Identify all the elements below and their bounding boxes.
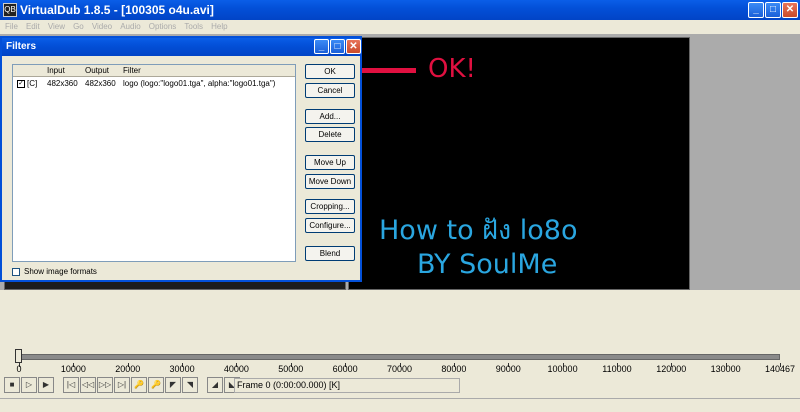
timeline-tick-label: 60000	[332, 364, 358, 374]
overlay-text-line2: BY SoulMe	[417, 249, 558, 280]
output-video-pane: How to ฝัง lo8o BY SoulMe	[348, 37, 690, 290]
timeline-tick-label: 120000	[656, 364, 687, 374]
column-output[interactable]: Output	[85, 66, 109, 75]
filter-flag: [C]	[27, 79, 38, 88]
play-output-button[interactable]: ▶	[38, 377, 54, 393]
close-button[interactable]: ✕	[782, 2, 798, 18]
filters-dialog: Filters _ □ ✕ Input Output Filter ✓ [C] …	[0, 36, 362, 282]
move-down-button[interactable]: Move Down	[305, 174, 355, 189]
menu-view[interactable]: View	[48, 20, 65, 34]
dialog-minimize-button[interactable]: _	[314, 39, 329, 54]
menu-file[interactable]: File	[5, 20, 18, 34]
maximize-button[interactable]: □	[765, 2, 781, 18]
configure-button[interactable]: Configure...	[305, 218, 355, 233]
dialog-maximize-button[interactable]: □	[330, 39, 345, 54]
cancel-button[interactable]: Cancel	[305, 83, 355, 98]
status-bar	[0, 398, 800, 412]
timeline-tick-label: 90000	[495, 364, 521, 374]
timeline-tick-label: 140467	[764, 364, 796, 374]
stop-button[interactable]: ■	[4, 377, 20, 393]
timeline-tick-label: 100000	[547, 364, 578, 374]
delete-button[interactable]: Delete	[305, 127, 355, 142]
timeline-tick-label: 10000	[60, 364, 86, 374]
playback-controls: ■ ▷ ▶ |◁ ◁◁ ▷▷ ▷| 🔑 🔑 ◤ ◥ ◢ ◣	[4, 377, 241, 395]
timeline-tick-label: 30000	[169, 364, 195, 374]
filters-dialog-title-bar: Filters _ □ ✕	[2, 38, 361, 56]
filter-enable-checkbox[interactable]: ✓	[17, 80, 25, 88]
start-button[interactable]: |◁	[63, 377, 79, 393]
show-image-formats-checkbox[interactable]	[12, 267, 20, 276]
filter-output: 482x360	[85, 79, 116, 88]
overlay-text-line1: How to ฝัง lo8o	[379, 215, 578, 246]
annotation-arrow-line	[358, 68, 416, 73]
timeline-tick-label: 110000	[602, 364, 632, 374]
timeline-tick-label: 20000	[115, 364, 141, 374]
ok-button[interactable]: OK	[305, 64, 355, 79]
minimize-button[interactable]: _	[748, 2, 764, 18]
window-title: VirtualDub 1.8.5 - [100305 o4u.avi]	[20, 3, 214, 17]
prev-key-button[interactable]: 🔑	[131, 377, 147, 393]
timeline-tick-label: 70000	[386, 364, 413, 374]
filter-list[interactable]: Input Output Filter ✓ [C] 482x360 482x36…	[12, 64, 296, 262]
timeline-tick-label: 130000	[710, 364, 741, 374]
play-input-button[interactable]: ▷	[21, 377, 37, 393]
column-filter[interactable]: Filter	[123, 66, 141, 75]
timeline-tick-label: 80000	[441, 364, 467, 374]
filter-list-header: Input Output Filter	[13, 65, 295, 77]
blend-button[interactable]: Blend	[305, 246, 355, 261]
menu-audio[interactable]: Audio	[120, 20, 140, 34]
back-button[interactable]: ◁◁	[80, 377, 96, 393]
next-key-button[interactable]: 🔑	[148, 377, 164, 393]
timeline-slider-track[interactable]	[18, 354, 780, 360]
forward-button[interactable]: ▷▷	[97, 377, 113, 393]
filter-name: logo (logo:"logo01.tga", alpha:"logo01.t…	[123, 79, 276, 88]
mark-in-button[interactable]: ◢	[207, 377, 223, 393]
app-icon: QB	[3, 3, 17, 17]
column-input[interactable]: Input	[47, 66, 65, 75]
cropping-button[interactable]: Cropping...	[305, 199, 355, 214]
timeline-tick-label: 50000	[278, 364, 304, 374]
menu-bar: File Edit View Go Video Audio Options To…	[0, 20, 800, 34]
timeline-tick-label: 40000	[223, 364, 249, 374]
timeline-slider-thumb[interactable]	[15, 349, 22, 363]
show-image-formats-label: Show image formats	[24, 267, 97, 276]
show-image-formats[interactable]: Show image formats	[12, 267, 97, 276]
filters-dialog-title: Filters	[6, 41, 37, 52]
scene-back-button[interactable]: ◤	[165, 377, 181, 393]
dialog-close-button[interactable]: ✕	[346, 39, 361, 54]
add-button[interactable]: Add...	[305, 109, 355, 124]
filter-row[interactable]: ✓ [C] 482x360 482x360 logo (logo:"logo01…	[13, 78, 295, 90]
end-button[interactable]: ▷|	[114, 377, 130, 393]
menu-options[interactable]: Options	[149, 20, 177, 34]
timeline-tick-label: 0	[16, 364, 22, 374]
scene-forward-button[interactable]: ◥	[182, 377, 198, 393]
menu-video[interactable]: Video	[92, 20, 112, 34]
menu-tools[interactable]: Tools	[184, 20, 203, 34]
menu-go[interactable]: Go	[73, 20, 84, 34]
menu-help[interactable]: Help	[211, 20, 227, 34]
annotation-ok-text: OK!	[428, 54, 476, 84]
move-up-button[interactable]: Move Up	[305, 155, 355, 170]
menu-edit[interactable]: Edit	[26, 20, 40, 34]
frame-status: Frame 0 (0:00:00.000) [K]	[234, 378, 460, 393]
window-title-bar: QB VirtualDub 1.8.5 - [100305 o4u.avi] _…	[0, 0, 800, 20]
filter-input: 482x360	[47, 79, 78, 88]
